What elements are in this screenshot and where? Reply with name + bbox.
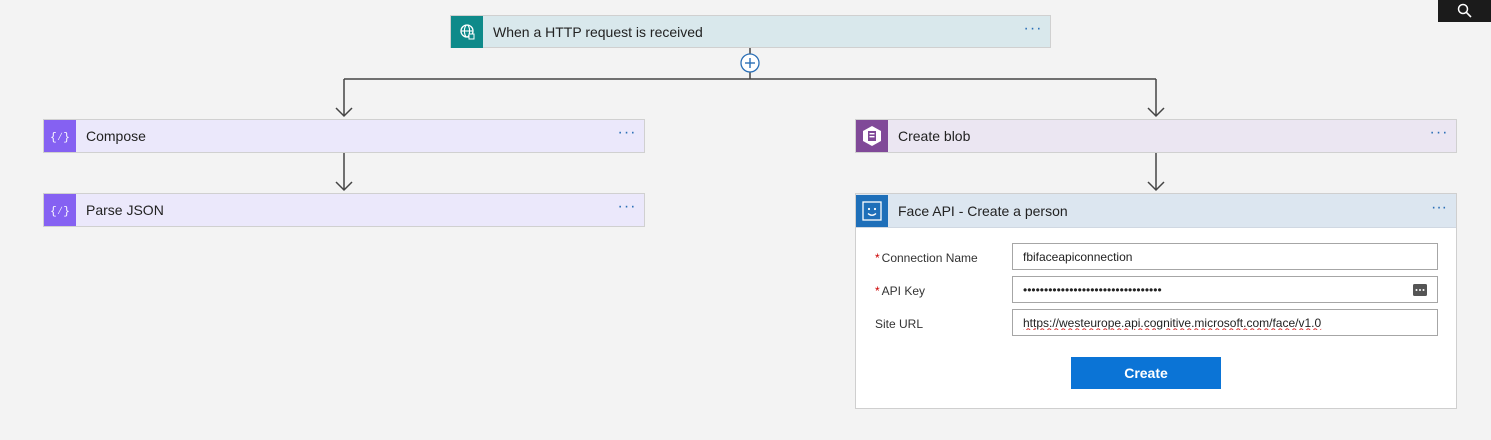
required-marker: * (875, 251, 880, 265)
action-card-compose[interactable]: {∕} Compose ··· (43, 119, 645, 153)
required-marker: * (875, 284, 880, 298)
http-request-icon (451, 15, 483, 48)
api-key-label-text: API Key (881, 284, 926, 298)
action-card-create-blob[interactable]: Create blob ··· (855, 119, 1457, 153)
site-url-label-text: Site URL (875, 317, 924, 331)
trigger-card-http-request[interactable]: When a HTTP request is received ··· (450, 15, 1051, 48)
create-button[interactable]: Create (1071, 357, 1221, 389)
create-blob-title: Create blob (898, 128, 971, 144)
api-key-value: ••••••••••••••••••••••••••••••••• (1023, 282, 1162, 297)
trigger-more-button[interactable]: ··· (1016, 20, 1050, 40)
svg-text:{∕}: {∕} (50, 132, 70, 144)
face-icon (856, 194, 888, 227)
face-api-more-button[interactable]: ··· (1422, 199, 1456, 219)
search-icon (1457, 3, 1472, 18)
api-key-input[interactable]: ••••••••••••••••••••••••••••••••• (1012, 276, 1438, 303)
site-url-input[interactable]: https://westeurope.api.cognitive.microso… (1012, 309, 1438, 336)
api-key-label: * API Key (875, 284, 925, 298)
search-button[interactable] (1438, 0, 1491, 22)
site-url-label: Site URL (875, 317, 923, 331)
compose-more-button[interactable]: ··· (610, 125, 644, 144)
face-api-header[interactable]: Face API - Create a person ··· (856, 194, 1456, 228)
action-card-face-api: Face API - Create a person ··· * Connecti… (855, 193, 1457, 409)
connection-name-label-text: Connection Name (881, 251, 978, 265)
braces-icon: {∕} (44, 194, 76, 226)
site-url-value: https://westeurope.api.cognitive.microso… (1023, 315, 1322, 330)
face-api-title: Face API - Create a person (898, 202, 1068, 219)
braces-icon: {∕} (44, 120, 76, 152)
plus-circle-icon[interactable] (740, 53, 760, 73)
blob-storage-icon (856, 120, 888, 152)
connection-name-value: fbifaceapiconnection (1023, 249, 1133, 264)
connection-name-input[interactable]: fbifaceapiconnection (1012, 243, 1438, 270)
action-card-parse-json[interactable]: {∕} Parse JSON ··· (43, 193, 645, 227)
connection-name-label: * Connection Name (875, 251, 978, 265)
svg-text:{∕}: {∕} (50, 206, 70, 218)
parse-json-title: Parse JSON (86, 202, 164, 218)
parse-json-more-button[interactable]: ··· (610, 199, 644, 218)
compose-title: Compose (86, 128, 146, 144)
trigger-title: When a HTTP request is received (493, 23, 703, 40)
create-blob-more-button[interactable]: ··· (1422, 125, 1456, 144)
reveal-password-icon[interactable] (1413, 283, 1427, 296)
